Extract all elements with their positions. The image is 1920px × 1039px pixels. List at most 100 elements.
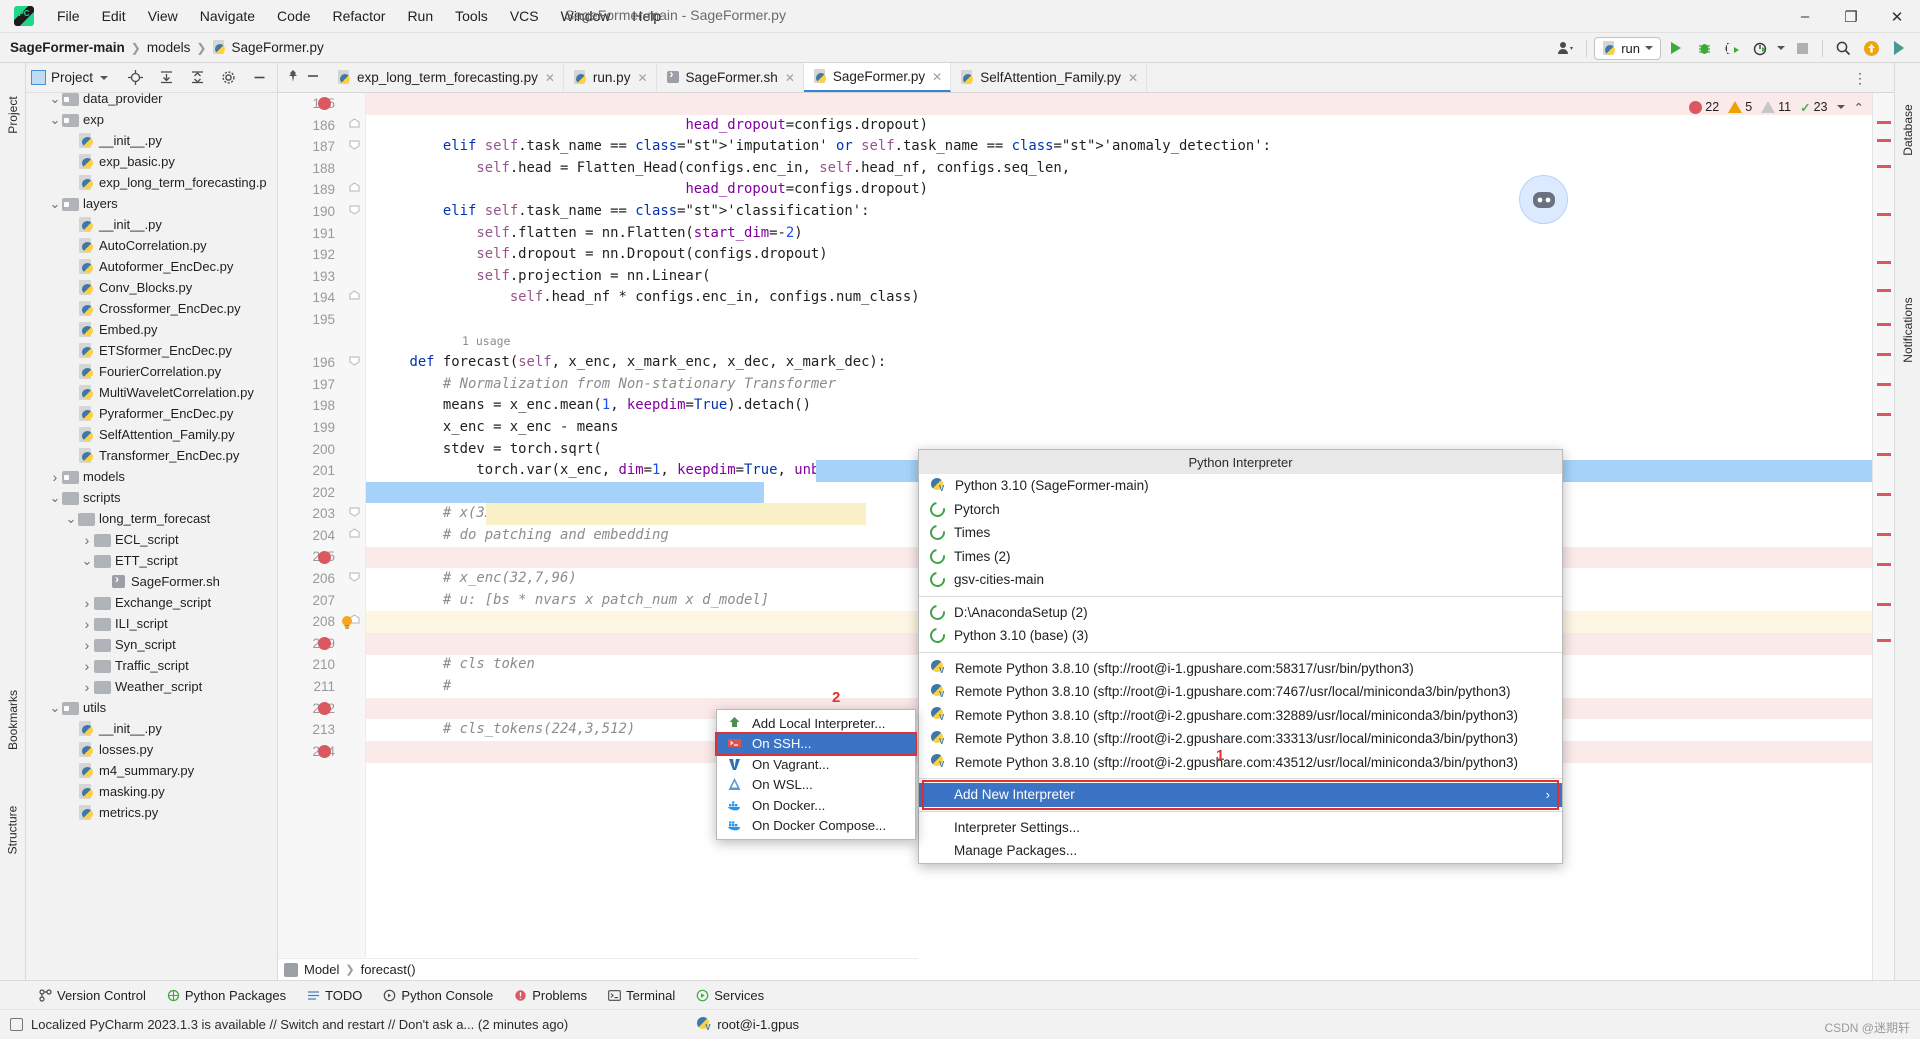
menu-tools[interactable]: Tools xyxy=(444,5,499,27)
breadcrumb-method[interactable]: forecast() xyxy=(361,962,416,977)
hide-panel-icon[interactable] xyxy=(306,69,320,86)
more-icon[interactable] xyxy=(1886,36,1912,60)
interpreter-option[interactable]: Remote Python 3.8.10 (sftp://root@i-2.gp… xyxy=(919,751,1562,775)
chevron-down-icon[interactable]: ⌄ xyxy=(64,512,78,525)
breakpoint-icon[interactable] xyxy=(318,745,331,758)
editor-tab[interactable]: SageFormer.sh ✕ xyxy=(657,63,804,92)
debug-button[interactable] xyxy=(1691,36,1717,60)
ai-assistant-icon[interactable] xyxy=(1519,175,1568,224)
tree-item[interactable]: › Weather_script xyxy=(26,676,277,697)
menu-view[interactable]: View xyxy=(137,5,189,27)
code-line[interactable]: # Normalization from Non-stationary Tran… xyxy=(366,374,1894,396)
chevron-down-icon[interactable]: ⌄ xyxy=(80,554,94,567)
code-line[interactable]: self.projection = nn.Linear( xyxy=(366,266,1894,288)
interpreter-list[interactable]: Python 3.10 (SageFormer-main) Pytorch Time… xyxy=(919,474,1562,863)
profile-icon[interactable] xyxy=(1553,36,1579,60)
project-file-tree[interactable]: ⌄ data_provider ⌄ exp __init__.py exp_basic.p… xyxy=(26,93,277,980)
tree-item[interactable]: › ILI_script xyxy=(26,613,277,634)
tree-item[interactable]: Pyraformer_EncDec.py xyxy=(26,403,277,424)
tree-item[interactable]: __init__.py xyxy=(26,718,277,739)
chevron-right-icon[interactable]: › xyxy=(80,532,94,548)
tree-item[interactable]: metrics.py xyxy=(26,802,277,823)
event-log-icon[interactable] xyxy=(10,1018,23,1031)
tree-item[interactable]: SageFormer.sh xyxy=(26,571,277,592)
chevron-down-icon[interactable] xyxy=(100,75,109,80)
interpreter-option[interactable]: Remote Python 3.8.10 (sftp://root@i-2.gp… xyxy=(919,727,1562,751)
breadcrumb-file[interactable]: SageFormer.py xyxy=(231,40,323,55)
tool-window-button[interactable]: Problems xyxy=(505,985,596,1006)
tree-item[interactable]: SelfAttention_Family.py xyxy=(26,424,277,445)
rail-project[interactable]: Project xyxy=(6,86,20,144)
chevron-right-icon[interactable]: › xyxy=(80,658,94,674)
tree-item[interactable]: losses.py xyxy=(26,739,277,760)
fold-collapse-icon[interactable] xyxy=(344,568,365,590)
fold-end-icon[interactable] xyxy=(344,115,365,137)
close-tab-icon[interactable]: ✕ xyxy=(1128,71,1138,85)
code-line[interactable]: elif self.task_name == class="st">'class… xyxy=(366,201,1894,223)
menu-vcs[interactable]: VCS xyxy=(499,5,550,27)
interpreter-option[interactable]: Remote Python 3.8.10 (sftp://root@i-1.gp… xyxy=(919,680,1562,704)
chevron-right-icon[interactable]: › xyxy=(80,595,94,611)
breakpoint-icon[interactable] xyxy=(318,701,331,715)
code-line[interactable]: head_dropout=configs.dropout) xyxy=(366,115,1894,137)
submenu-item[interactable]: On Vagrant... xyxy=(717,754,915,775)
tree-item[interactable]: Transformer_EncDec.py xyxy=(26,445,277,466)
minimize-icon[interactable]: – xyxy=(1782,0,1828,33)
tree-item[interactable]: ⌄ long_term_forecast xyxy=(26,508,277,529)
code-folding-gutter[interactable] xyxy=(344,93,366,980)
tree-item[interactable]: FourierCorrelation.py xyxy=(26,361,277,382)
collapse-inspections-icon[interactable]: ⌃ xyxy=(1854,100,1864,115)
chevron-down-icon[interactable]: ⌄ xyxy=(48,197,62,210)
tool-window-button[interactable]: Python Console xyxy=(374,985,502,1006)
tree-item[interactable]: AutoCorrelation.py xyxy=(26,235,277,256)
maximize-icon[interactable]: ❐ xyxy=(1828,0,1874,33)
locate-icon[interactable] xyxy=(122,66,148,90)
intention-bulb-icon[interactable] xyxy=(340,615,354,630)
chevron-right-icon[interactable]: › xyxy=(80,637,94,653)
fold-end-icon[interactable] xyxy=(344,525,365,547)
inspection-marker-strip[interactable] xyxy=(1872,93,1894,980)
tool-window-button[interactable]: Terminal xyxy=(599,985,684,1006)
code-line[interactable]: head_dropout=configs.dropout) xyxy=(366,179,1894,201)
fold-collapse-icon[interactable] xyxy=(344,136,365,158)
tree-item[interactable]: ⌄ data_provider xyxy=(26,93,277,109)
code-line[interactable] xyxy=(366,331,1894,353)
tool-window-button[interactable]: TODO xyxy=(298,985,371,1006)
rail-bookmarks[interactable]: Bookmarks xyxy=(6,680,20,760)
tree-item[interactable]: ⌄ scripts xyxy=(26,487,277,508)
tree-item[interactable]: ⌄ layers xyxy=(26,193,277,214)
breakpoint-icon[interactable] xyxy=(318,550,331,564)
tool-window-button[interactable]: Services xyxy=(687,985,773,1006)
code-line[interactable]: self.head_nf * configs.enc_in, configs.n… xyxy=(366,287,1894,309)
warning-count-badge[interactable]: 5 xyxy=(1728,100,1752,114)
tree-item[interactable]: ⌄ exp xyxy=(26,109,277,130)
search-icon[interactable] xyxy=(1830,36,1856,60)
interpreter-status[interactable]: root@i-1.gpus xyxy=(696,1016,799,1033)
python-interpreter-popup[interactable]: Python Interpreter Python 3.10 (SageForm… xyxy=(918,449,1563,864)
code-line[interactable]: x_enc = x_enc - means xyxy=(366,417,1894,439)
submenu-item[interactable]: Add Local Interpreter... xyxy=(717,713,915,734)
interpreter-option[interactable]: Interpreter Settings... xyxy=(919,816,1562,840)
tree-item[interactable]: Embed.py xyxy=(26,319,277,340)
interpreter-option[interactable]: Times (2) xyxy=(919,545,1562,569)
interpreter-option[interactable]: Pytorch xyxy=(919,498,1562,522)
code-line[interactable]: self.flatten = nn.Flatten(start_dim=-2) xyxy=(366,223,1894,245)
code-line[interactable]: self.dropout = nn.Dropout(configs.dropou… xyxy=(366,244,1894,266)
editor-tab[interactable]: SageFormer.py ✕ xyxy=(803,63,952,92)
line-number-gutter[interactable]: 185 186 187 188 189 190 191 192 193 194 195 196 197 1… xyxy=(278,93,344,980)
menu-navigate[interactable]: Navigate xyxy=(189,5,266,27)
tree-item[interactable]: › Exchange_script xyxy=(26,592,277,613)
tree-item[interactable]: Crossformer_EncDec.py xyxy=(26,298,277,319)
interpreter-option[interactable]: Python 3.10 (SageFormer-main) xyxy=(919,474,1562,498)
profiler-button[interactable] xyxy=(1747,36,1773,60)
tree-item[interactable]: ETSformer_EncDec.py xyxy=(26,340,277,361)
inspection-summary[interactable]: 22 5 11 ✓ 23 ⌃ xyxy=(1683,96,1870,118)
tree-item[interactable]: m4_summary.py xyxy=(26,760,277,781)
fold-end-icon[interactable] xyxy=(344,287,365,309)
chevron-down-icon[interactable]: ⌄ xyxy=(48,93,62,105)
fold-end-icon[interactable] xyxy=(344,179,365,201)
menu-run[interactable]: Run xyxy=(396,5,444,27)
rail-database[interactable]: Database xyxy=(1901,90,1915,170)
hide-panel-icon[interactable] xyxy=(246,66,272,90)
chevron-right-icon[interactable]: › xyxy=(80,616,94,632)
